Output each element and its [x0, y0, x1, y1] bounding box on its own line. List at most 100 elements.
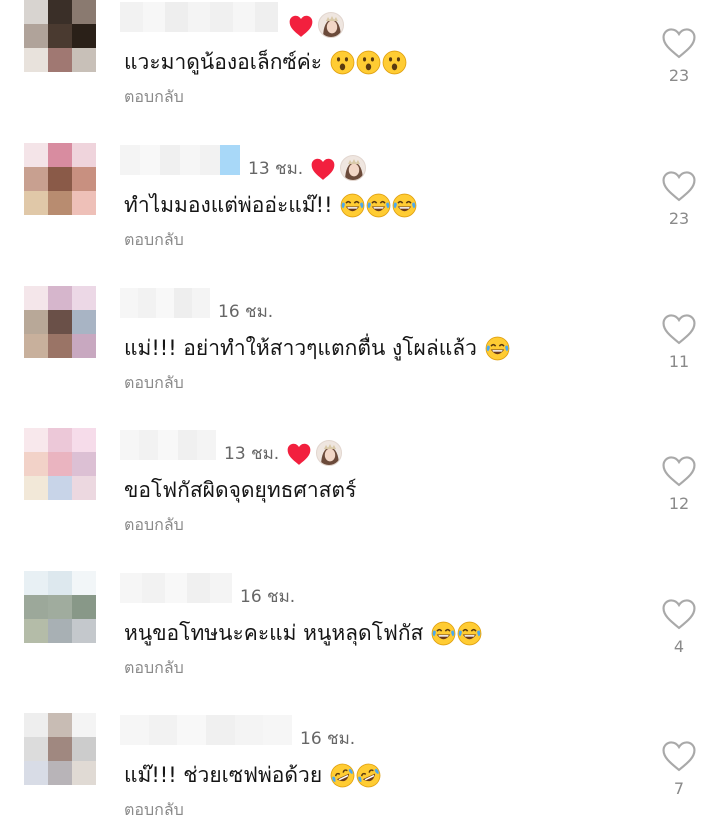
like-heart-icon[interactable]	[660, 169, 698, 203]
username-pixel	[140, 145, 160, 175]
avatar-pixel	[24, 24, 48, 48]
username[interactable]	[120, 145, 240, 175]
comment-text: แม๊!!! ช่วยเซฟพ่อด้วย	[124, 761, 381, 789]
avatar-pixel	[24, 713, 48, 737]
avatar[interactable]	[24, 713, 96, 785]
timestamp: 13 ชม.	[224, 444, 280, 464]
username-pixel	[139, 430, 159, 460]
timestamp: 13 ชม.	[248, 159, 304, 179]
avatar-pixel	[72, 191, 96, 215]
tears-of-joy-emoji	[367, 193, 391, 217]
avatar-pixel	[24, 761, 48, 785]
avatar[interactable]	[24, 143, 96, 215]
avatar-pixel	[72, 143, 96, 167]
avatar-pixel	[72, 476, 96, 500]
creator-liked-heart-icon	[311, 158, 335, 180]
avatar-pixel	[24, 737, 48, 761]
timestamp: 16 ชม.	[240, 587, 296, 607]
reply-button[interactable]: ตอบกลับ	[124, 658, 184, 678]
timestamp: 16 ชม.	[300, 729, 356, 749]
comment-text: แม่!!! อย่าทำให้สาวๆแตกตื่น งูโผล่แล้ว	[124, 334, 510, 362]
avatar-pixel	[72, 737, 96, 761]
username-pixel	[234, 715, 264, 745]
username-pixel	[220, 145, 240, 175]
avatar-pixel	[24, 143, 48, 167]
comment-text: ขอโฟกัสผิดจุดยุทธศาสตร์	[124, 476, 356, 504]
creator-liked-heart-icon	[287, 443, 311, 465]
reply-button[interactable]: ตอบกลับ	[124, 87, 184, 107]
creator-avatar	[340, 155, 366, 181]
avatar-pixel	[24, 619, 48, 643]
avatar-pixel	[24, 0, 48, 24]
avatar-pixel	[48, 761, 72, 785]
reply-button[interactable]: ตอบกลับ	[124, 230, 184, 250]
rolling-laughing-emoji	[330, 763, 355, 787]
avatar-pixel	[24, 334, 48, 358]
avatar-pixel	[48, 571, 72, 595]
avatar-pixel	[72, 595, 96, 619]
like-heart-icon[interactable]	[660, 597, 698, 631]
like-heart-icon[interactable]	[660, 26, 698, 60]
username[interactable]	[120, 430, 216, 460]
comment-body: ขอโฟกัสผิดจุดยุทธศาสตร์	[124, 478, 357, 502]
surprised-face-emoji	[356, 50, 381, 74]
username-pixel	[158, 430, 178, 460]
avatar-pixel	[72, 713, 96, 737]
avatar[interactable]	[24, 428, 96, 500]
comment-body: แม่!!! อย่าทำให้สาวๆแตกตื่น งูโผล่แล้ว	[124, 336, 477, 360]
comment-item: แวะมาดูน้องอเล็กซ์ค่ะ ตอบกลับ 23	[0, 0, 728, 130]
like-heart-icon[interactable]	[660, 454, 698, 488]
username[interactable]	[120, 715, 292, 745]
username-pixel	[156, 288, 174, 318]
creator-avatar-image	[345, 159, 363, 180]
avatar-pixel	[48, 452, 72, 476]
tears-of-joy-emoji	[485, 336, 510, 360]
avatar-pixel	[48, 428, 72, 452]
avatar-pixel	[24, 167, 48, 191]
like-count: 11	[668, 352, 690, 371]
comment-item: 16 ชม. หนูขอโทษนะคะแม่ หนูหลุดโฟกัส ตอบกลั…	[0, 571, 728, 701]
surprised-face-emoji	[382, 50, 407, 74]
creator-avatar	[318, 12, 344, 38]
avatar[interactable]	[24, 286, 96, 358]
timestamp: 16 ชม.	[218, 302, 274, 322]
username-pixel	[196, 430, 216, 460]
avatar-pixel	[48, 595, 72, 619]
username-pixel	[205, 715, 235, 745]
creator-avatar	[316, 440, 342, 466]
username-pixel	[120, 573, 143, 603]
comment-text: แวะมาดูน้องอเล็กซ์ค่ะ	[124, 48, 407, 76]
avatar-pixel	[48, 143, 72, 167]
avatar-pixel	[48, 24, 72, 48]
username-pixel	[138, 288, 156, 318]
reply-button[interactable]: ตอบกลับ	[124, 515, 184, 535]
avatar-pixel	[48, 167, 72, 191]
username-pixel	[200, 145, 220, 175]
avatar-pixel	[72, 571, 96, 595]
username[interactable]	[120, 288, 210, 318]
avatar-pixel	[24, 595, 48, 619]
username-pixel	[160, 145, 180, 175]
username-pixel	[120, 145, 140, 175]
avatar-pixel	[24, 48, 48, 72]
avatar-pixel	[72, 619, 96, 643]
username[interactable]	[120, 2, 278, 32]
username-pixel	[232, 2, 256, 32]
reply-button[interactable]: ตอบกลับ	[124, 800, 184, 820]
like-heart-icon[interactable]	[660, 739, 698, 773]
like-heart-icon[interactable]	[660, 312, 698, 346]
username-pixel	[164, 573, 188, 603]
reply-button[interactable]: ตอบกลับ	[124, 373, 184, 393]
like-count: 7	[673, 779, 685, 798]
username-pixel	[255, 2, 278, 32]
avatar[interactable]	[24, 571, 96, 643]
username-pixel	[120, 2, 143, 32]
emoji-group	[431, 621, 482, 646]
avatar[interactable]	[24, 0, 96, 72]
comment-item: 13 ชม. ทำไมมองแต่พ่ออ่ะแม๊!! ตอบกลับ 23	[0, 143, 728, 273]
avatar-pixel	[72, 286, 96, 310]
avatar-pixel	[48, 310, 72, 334]
comment-item: 16 ชม. แม๊!!! ช่วยเซฟพ่อด้วยตอบกลับ 7	[0, 713, 728, 837]
avatar-pixel	[24, 428, 48, 452]
username[interactable]	[120, 573, 232, 603]
